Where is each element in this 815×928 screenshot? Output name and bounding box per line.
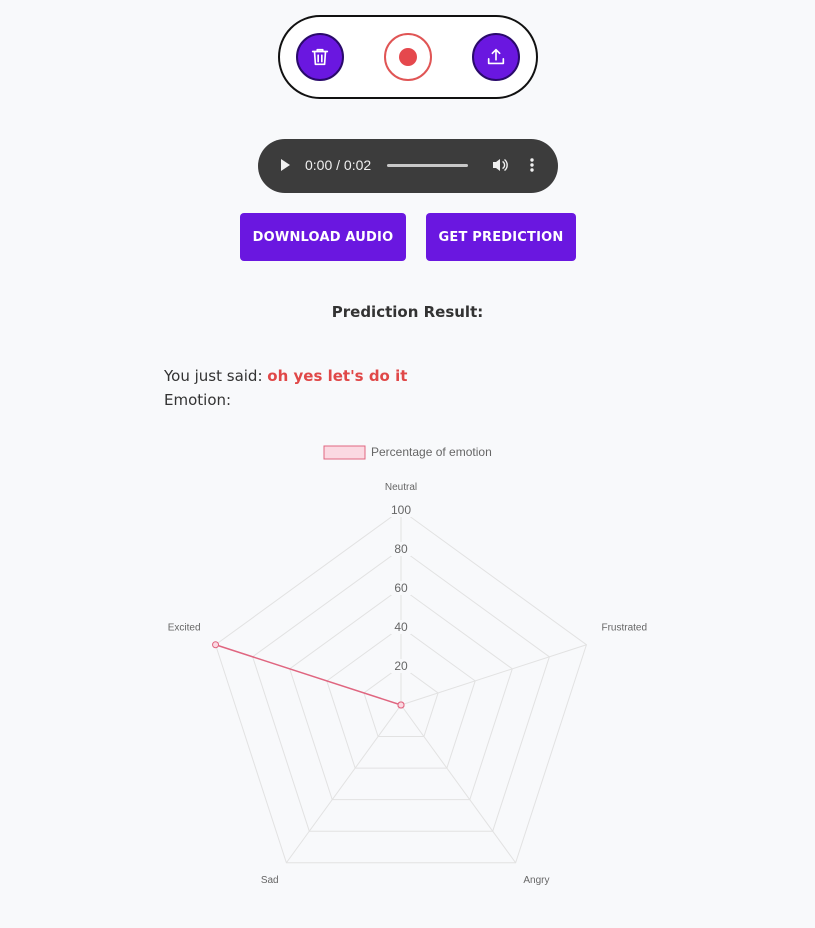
- emotion-radar-chart: 20 40 60 80 100 Neutral Frustrated Angry Sad Exci…: [168, 445, 647, 886]
- data-point-sad: [397, 701, 405, 709]
- axis-label-angry: Angry: [523, 875, 549, 886]
- axis-label-neutral: Neutral: [385, 482, 417, 493]
- tick-label: 60: [394, 581, 408, 595]
- legend-swatch: [323, 445, 366, 460]
- axis-label-excited: Excited: [168, 623, 201, 634]
- tick-label: 80: [394, 542, 408, 556]
- axis-label-sad: Sad: [261, 875, 279, 886]
- grid-spoke: [400, 644, 587, 706]
- tick-label: 100: [391, 503, 411, 517]
- data-point-excited: [212, 641, 220, 649]
- legend-label: Percentage of emotion: [371, 445, 492, 459]
- series-area: [215, 644, 402, 706]
- grid-spoke: [400, 704, 517, 864]
- tick-label: 20: [394, 659, 408, 673]
- grid-spoke: [285, 704, 402, 864]
- axis-label-frustrated: Frustrated: [601, 623, 647, 634]
- tick-label: 40: [394, 620, 408, 634]
